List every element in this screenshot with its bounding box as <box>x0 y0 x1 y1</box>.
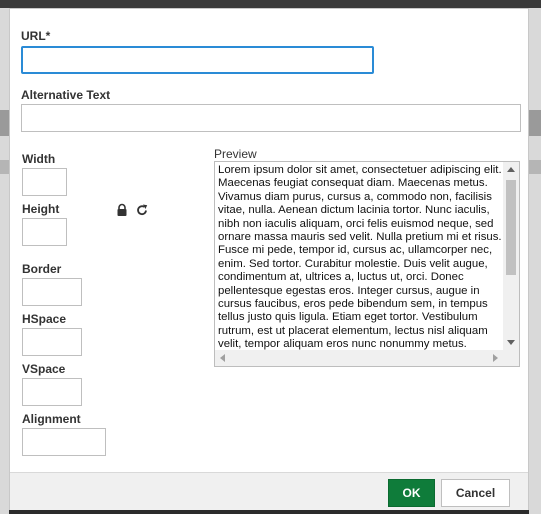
width-input[interactable] <box>22 168 67 196</box>
height-label: Height <box>22 202 60 216</box>
background-right <box>529 8 541 514</box>
vspace-input[interactable] <box>22 378 82 406</box>
background-topbar <box>0 0 541 8</box>
alignment-select[interactable] <box>22 428 106 456</box>
hspace-input[interactable] <box>22 328 82 356</box>
scroll-thumb[interactable] <box>506 180 516 275</box>
alignment-label: Alignment <box>22 412 81 426</box>
height-input[interactable] <box>22 218 67 246</box>
url-label: URL* <box>21 29 51 43</box>
width-label: Width <box>22 152 56 166</box>
preview-text: Lorem ipsum dolor sit amet, consectetuer… <box>218 164 502 350</box>
lock-icon[interactable] <box>115 203 129 217</box>
image-properties-dialog: URL* Alternative Text Width Height Borde… <box>9 8 529 510</box>
preview-pane[interactable]: Lorem ipsum dolor sit amet, consectetuer… <box>214 161 520 367</box>
scroll-up-arrow-icon[interactable] <box>507 167 515 172</box>
alt-text-label: Alternative Text <box>21 88 111 102</box>
preview-horizontal-scrollbar[interactable] <box>215 350 503 366</box>
reset-size-icon[interactable] <box>135 203 149 217</box>
preview-vertical-scrollbar[interactable] <box>503 162 519 350</box>
scroll-right-arrow-icon[interactable] <box>493 354 498 362</box>
preview-label: Preview <box>214 147 257 161</box>
alt-text-input[interactable] <box>21 104 521 132</box>
border-label: Border <box>22 262 62 276</box>
vspace-label: VSpace <box>22 362 66 376</box>
scrollbar-corner <box>503 350 519 366</box>
scroll-left-arrow-icon[interactable] <box>220 354 225 362</box>
scroll-down-arrow-icon[interactable] <box>507 340 515 345</box>
ok-button[interactable]: OK <box>388 479 435 507</box>
cancel-button[interactable]: Cancel <box>441 479 510 507</box>
border-input[interactable] <box>22 278 82 306</box>
background-left <box>0 8 9 514</box>
hspace-label: HSpace <box>22 312 67 326</box>
dialog-footer: OK Cancel <box>10 472 528 510</box>
url-input[interactable] <box>21 46 374 74</box>
